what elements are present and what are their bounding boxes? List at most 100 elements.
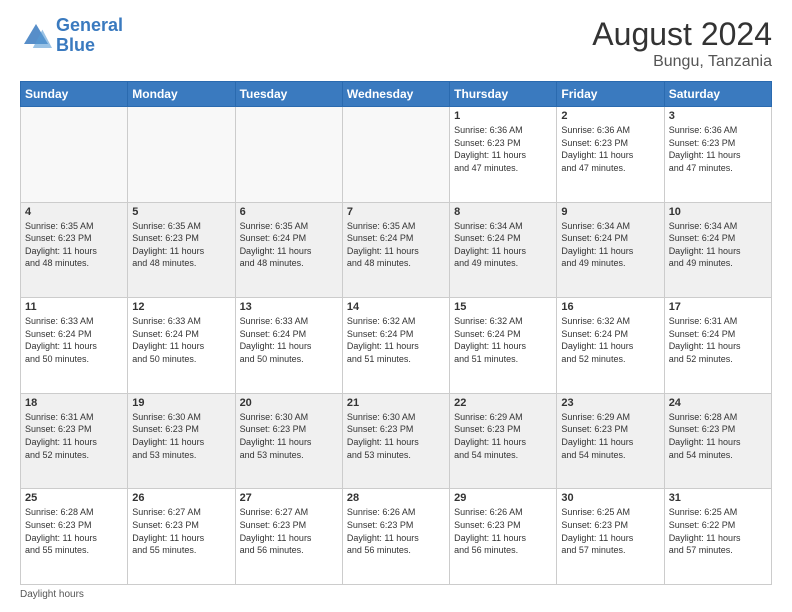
col-saturday: Saturday	[664, 82, 771, 107]
day-info: Sunrise: 6:35 AM Sunset: 6:23 PM Dayligh…	[25, 220, 123, 270]
calendar-week-row: 4Sunrise: 6:35 AM Sunset: 6:23 PM Daylig…	[21, 202, 772, 298]
day-number: 10	[669, 206, 767, 218]
day-info: Sunrise: 6:32 AM Sunset: 6:24 PM Dayligh…	[454, 315, 552, 365]
calendar-week-row: 11 Sunrise: 6:33 AM Sunset: 6:24 PM Dayli…	[21, 298, 772, 394]
day-info: Sunrise: 6:30 AM Sunset: 6:23 PM Dayligh…	[347, 411, 445, 461]
table-row: 18 Sunrise: 6:31 AM Sunset: 6:23 PM Dayli…	[21, 393, 128, 489]
day-info: Sunrise: 6:27 AM Sunset: 6:23 PM Dayligh…	[132, 506, 230, 556]
table-row	[128, 107, 235, 203]
day-info: Sunrise: 6:34 AM Sunset: 6:24 PM Dayligh…	[454, 220, 552, 270]
day-info: Sunrise: 6:35 AM Sunset: 6:24 PM Dayligh…	[240, 220, 338, 270]
day-number: 13	[240, 301, 338, 313]
table-row: 7Sunrise: 6:35 AM Sunset: 6:24 PM Daylig…	[342, 202, 449, 298]
logo-text: General Blue	[56, 16, 123, 56]
table-row: 2Sunrise: 6:36 AM Sunset: 6:23 PM Daylig…	[557, 107, 664, 203]
table-row: 24 Sunrise: 6:28 AM Sunset: 6:23 PM Dayli…	[664, 393, 771, 489]
day-info: Sunrise: 6:32 AM Sunset: 6:24 PM Dayligh…	[347, 315, 445, 365]
day-number: 11	[25, 301, 123, 313]
table-row: 3Sunrise: 6:36 AM Sunset: 6:23 PM Daylig…	[664, 107, 771, 203]
day-info: Sunrise: 6:25 AM Sunset: 6:23 PM Dayligh…	[561, 506, 659, 556]
col-tuesday: Tuesday	[235, 82, 342, 107]
day-info: Sunrise: 6:27 AM Sunset: 6:23 PM Dayligh…	[240, 506, 338, 556]
day-number: 20	[240, 397, 338, 409]
page: General Blue August 2024 Bungu, Tanzania…	[0, 0, 792, 612]
day-number: 21	[347, 397, 445, 409]
day-info: Sunrise: 6:29 AM Sunset: 6:23 PM Dayligh…	[454, 411, 552, 461]
day-info: Sunrise: 6:34 AM Sunset: 6:24 PM Dayligh…	[669, 220, 767, 270]
col-thursday: Thursday	[450, 82, 557, 107]
day-info: Sunrise: 6:35 AM Sunset: 6:23 PM Dayligh…	[132, 220, 230, 270]
col-monday: Monday	[128, 82, 235, 107]
day-number: 26	[132, 492, 230, 504]
table-row: 30Sunrise: 6:25 AM Sunset: 6:23 PM Dayli…	[557, 489, 664, 585]
calendar: Sunday Monday Tuesday Wednesday Thursday…	[20, 81, 772, 585]
day-info: Sunrise: 6:26 AM Sunset: 6:23 PM Dayligh…	[454, 506, 552, 556]
day-info: Sunrise: 6:33 AM Sunset: 6:24 PM Dayligh…	[132, 315, 230, 365]
day-number: 19	[132, 397, 230, 409]
day-number: 23	[561, 397, 659, 409]
day-number: 12	[132, 301, 230, 313]
day-info: Sunrise: 6:26 AM Sunset: 6:23 PM Dayligh…	[347, 506, 445, 556]
table-row: 28 Sunrise: 6:26 AM Sunset: 6:23 PM Dayli…	[342, 489, 449, 585]
table-row: 1 Sunrise: 6:36 AM Sunset: 6:23 PM Daylig…	[450, 107, 557, 203]
day-info: Sunrise: 6:32 AM Sunset: 6:24 PM Dayligh…	[561, 315, 659, 365]
day-number: 2	[561, 110, 659, 122]
day-number: 1	[454, 110, 552, 122]
table-row: 22 Sunrise: 6:29 AM Sunset: 6:23 PM Dayli…	[450, 393, 557, 489]
day-number: 15	[454, 301, 552, 313]
day-number: 31	[669, 492, 767, 504]
day-info: Sunrise: 6:33 AM Sunset: 6:24 PM Dayligh…	[240, 315, 338, 365]
location: Bungu, Tanzania	[592, 53, 772, 71]
table-row: 6 Sunrise: 6:35 AM Sunset: 6:24 PM Daylig…	[235, 202, 342, 298]
table-row	[21, 107, 128, 203]
table-row: 12 Sunrise: 6:33 AM Sunset: 6:24 PM Dayli…	[128, 298, 235, 394]
day-number: 6	[240, 206, 338, 218]
table-row: 20Sunrise: 6:30 AM Sunset: 6:23 PM Dayli…	[235, 393, 342, 489]
table-row: 16 Sunrise: 6:32 AM Sunset: 6:24 PM Dayli…	[557, 298, 664, 394]
day-info: Sunrise: 6:28 AM Sunset: 6:23 PM Dayligh…	[25, 506, 123, 556]
table-row: 13 Sunrise: 6:33 AM Sunset: 6:24 PM Dayli…	[235, 298, 342, 394]
table-row: 31Sunrise: 6:25 AM Sunset: 6:22 PM Dayli…	[664, 489, 771, 585]
day-info: Sunrise: 6:31 AM Sunset: 6:24 PM Dayligh…	[669, 315, 767, 365]
month-year: August 2024	[592, 16, 772, 53]
calendar-week-row: 1 Sunrise: 6:36 AM Sunset: 6:23 PM Daylig…	[21, 107, 772, 203]
day-number: 18	[25, 397, 123, 409]
table-row: 26 Sunrise: 6:27 AM Sunset: 6:23 PM Dayli…	[128, 489, 235, 585]
table-row: 10 Sunrise: 6:34 AM Sunset: 6:24 PM Dayli…	[664, 202, 771, 298]
col-wednesday: Wednesday	[342, 82, 449, 107]
day-info: Sunrise: 6:31 AM Sunset: 6:23 PM Dayligh…	[25, 411, 123, 461]
day-number: 25	[25, 492, 123, 504]
day-number: 27	[240, 492, 338, 504]
table-row: 25 Sunrise: 6:28 AM Sunset: 6:23 PM Dayli…	[21, 489, 128, 585]
calendar-week-row: 25 Sunrise: 6:28 AM Sunset: 6:23 PM Dayli…	[21, 489, 772, 585]
day-number: 28	[347, 492, 445, 504]
day-info: Sunrise: 6:30 AM Sunset: 6:23 PM Dayligh…	[132, 411, 230, 461]
day-number: 17	[669, 301, 767, 313]
col-sunday: Sunday	[21, 82, 128, 107]
day-info: Sunrise: 6:36 AM Sunset: 6:23 PM Dayligh…	[454, 124, 552, 174]
table-row: 23 Sunrise: 6:29 AM Sunset: 6:23 PM Dayli…	[557, 393, 664, 489]
day-info: Sunrise: 6:33 AM Sunset: 6:24 PM Dayligh…	[25, 315, 123, 365]
day-info: Sunrise: 6:29 AM Sunset: 6:23 PM Dayligh…	[561, 411, 659, 461]
table-row: 14 Sunrise: 6:32 AM Sunset: 6:24 PM Dayli…	[342, 298, 449, 394]
day-info: Sunrise: 6:28 AM Sunset: 6:23 PM Dayligh…	[669, 411, 767, 461]
table-row	[235, 107, 342, 203]
day-number: 22	[454, 397, 552, 409]
day-number: 5	[132, 206, 230, 218]
table-row	[342, 107, 449, 203]
logo: General Blue	[20, 16, 123, 56]
day-number: 8	[454, 206, 552, 218]
table-row: 19 Sunrise: 6:30 AM Sunset: 6:23 PM Dayli…	[128, 393, 235, 489]
day-number: 7	[347, 206, 445, 218]
table-row: 8 Sunrise: 6:34 AM Sunset: 6:24 PM Daylig…	[450, 202, 557, 298]
day-info: Sunrise: 6:34 AM Sunset: 6:24 PM Dayligh…	[561, 220, 659, 270]
day-number: 24	[669, 397, 767, 409]
day-number: 14	[347, 301, 445, 313]
table-row: 5 Sunrise: 6:35 AM Sunset: 6:23 PM Daylig…	[128, 202, 235, 298]
table-row: 21 Sunrise: 6:30 AM Sunset: 6:23 PM Dayli…	[342, 393, 449, 489]
day-number: 29	[454, 492, 552, 504]
day-number: 3	[669, 110, 767, 122]
day-number: 16	[561, 301, 659, 313]
footer-note: Daylight hours	[20, 589, 772, 600]
table-row: 15 Sunrise: 6:32 AM Sunset: 6:24 PM Dayli…	[450, 298, 557, 394]
